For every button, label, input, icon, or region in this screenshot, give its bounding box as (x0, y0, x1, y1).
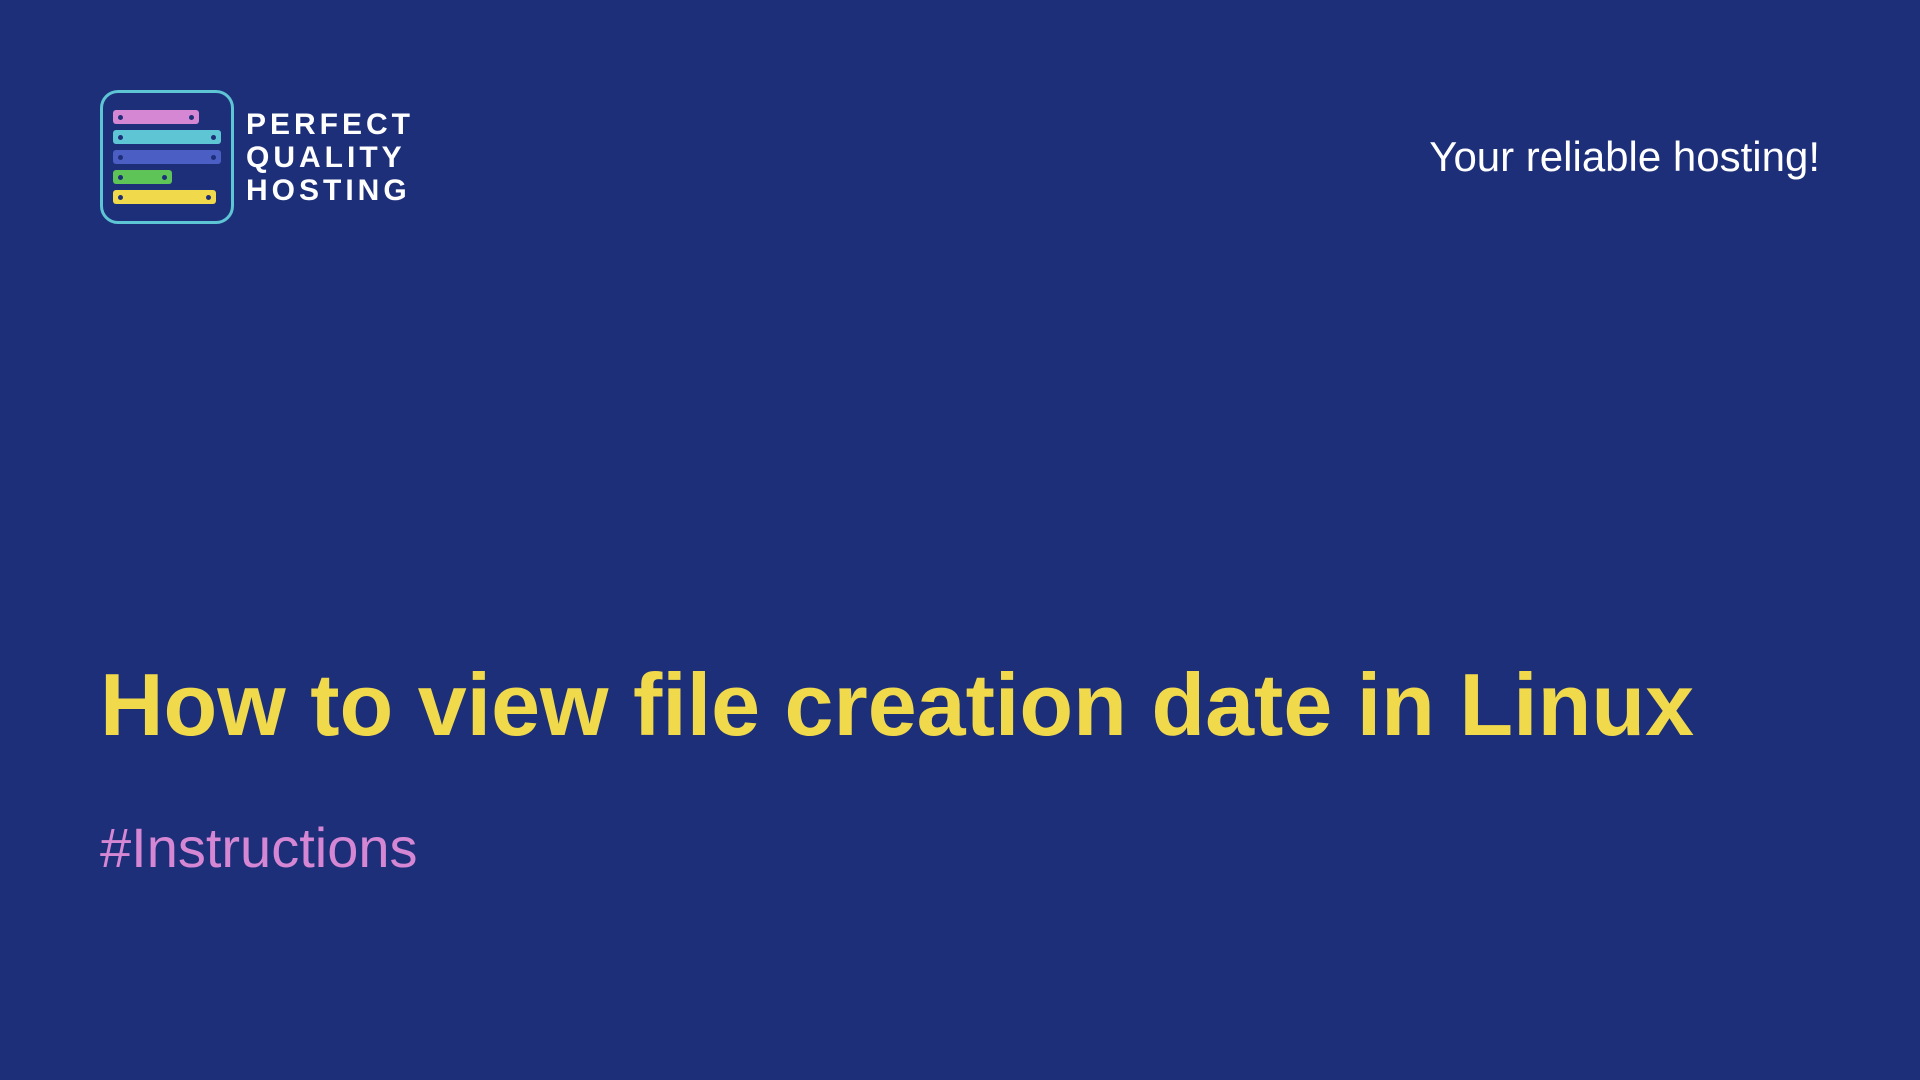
server-rack-icon (113, 110, 199, 124)
server-rack-icon (113, 190, 216, 204)
category-tag: #Instructions (100, 815, 1820, 880)
logo-icon (100, 90, 234, 224)
server-rack-icon (113, 170, 172, 184)
brand-name: PERFECT QUALITY HOSTING (246, 108, 414, 207)
tagline-text: Your reliable hosting! (1429, 133, 1820, 181)
header: PERFECT QUALITY HOSTING Your reliable ho… (0, 0, 1920, 224)
brand-line: HOSTING (246, 174, 414, 207)
server-rack-icon (113, 150, 221, 164)
page-title: How to view file creation date in Linux (100, 654, 1820, 755)
brand-line: PERFECT (246, 108, 414, 141)
server-rack-icon (113, 130, 221, 144)
content-area: How to view file creation date in Linux … (100, 654, 1820, 880)
logo: PERFECT QUALITY HOSTING (100, 90, 414, 224)
brand-line: QUALITY (246, 141, 414, 174)
